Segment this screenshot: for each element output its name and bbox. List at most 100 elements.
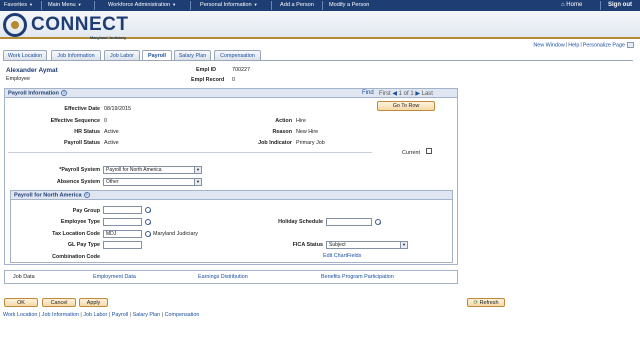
row-navigation: First ◀ 1 of 1 ▶ Last (379, 90, 457, 97)
favorites-menu[interactable]: Favorites ▼ (4, 2, 33, 8)
last-link[interactable]: Last (422, 91, 433, 97)
employee-type-lookup-icon[interactable] (145, 219, 151, 225)
employee-type-label: Employee Type (60, 219, 100, 225)
nav-separator (271, 1, 272, 10)
employee-type: Employee (6, 76, 30, 82)
connect-subtitle: Maryland Judiciary (90, 35, 127, 40)
footer-work-location-link[interactable]: Work Location (3, 312, 37, 318)
footer-salary-plan-link[interactable]: Salary Plan (133, 312, 161, 318)
current-checkbox[interactable] (426, 148, 432, 154)
refresh-button[interactable]: ⟳ Refresh (467, 298, 505, 307)
employee-type-input[interactable] (103, 218, 142, 226)
chevron-down-icon: ▼ (194, 167, 201, 173)
section-title-text: Payroll for North America (14, 192, 82, 199)
job-data-link[interactable]: Job Data (13, 274, 35, 280)
tab-salary-plan[interactable]: Salary Plan (174, 50, 211, 60)
chevron-down-icon: ▼ (29, 2, 33, 7)
connect-banner: CONNECT Maryland Judiciary (0, 11, 640, 40)
favorites-label: Favorites (4, 2, 28, 8)
section-divider (8, 152, 372, 153)
tax-location-label: Tax Location Code (52, 231, 100, 237)
tab-job-labor[interactable]: Job Labor (104, 50, 140, 60)
apply-button[interactable]: Apply (79, 298, 108, 307)
find-link[interactable]: Find (362, 90, 374, 96)
ok-button[interactable]: OK (4, 298, 38, 307)
help-link[interactable]: Help (568, 42, 579, 48)
footer-links: Work Location | Job Information | Job La… (3, 312, 199, 318)
breadcrumb-personal-info[interactable]: Personal Information ▼ (200, 2, 258, 8)
page-options-icon[interactable] (627, 42, 634, 48)
sign-out-link[interactable]: Sign out (608, 2, 632, 8)
breadcrumb-add-person[interactable]: Add a Person (280, 2, 314, 8)
footer-compensation-link[interactable]: Compensation (165, 312, 200, 318)
cancel-button[interactable]: Cancel (42, 298, 76, 307)
footer-payroll-link[interactable]: Payroll (112, 312, 128, 318)
holiday-schedule-lookup-icon[interactable] (375, 219, 381, 225)
chevron-down-icon: ▼ (253, 2, 258, 7)
payroll-north-america-header: Payroll for North America? (11, 191, 452, 200)
go-to-row-button[interactable]: Go To Row (377, 101, 435, 111)
earnings-distribution-link[interactable]: Earnings Distribution (198, 274, 248, 280)
payroll-system-select[interactable]: Payroll for North America ▼ (103, 166, 202, 174)
absence-system-label: Absence System (56, 179, 100, 185)
link-separator: | (129, 312, 132, 318)
gl-pay-type-input[interactable] (103, 241, 142, 249)
pay-group-input[interactable] (103, 206, 142, 214)
effective-date-label: Effective Date (64, 106, 100, 112)
employment-data-link[interactable]: Employment Data (93, 274, 136, 280)
top-nav-bar: Favorites ▼ Main Menu ▼ Workforce Administ… (0, 0, 640, 11)
effective-sequence-value: 0 (104, 118, 107, 124)
breadcrumb-workforce-admin[interactable]: Workforce Administration ▼ (108, 2, 176, 8)
nav-separator (190, 1, 191, 10)
chevron-down-icon: ▼ (172, 2, 177, 7)
footer-job-labor-link[interactable]: Job Labor (83, 312, 107, 318)
payroll-north-america-section: Payroll for North America? (10, 190, 453, 263)
connect-logo-icon (3, 13, 27, 37)
link-separator: | (580, 42, 582, 49)
chevron-down-icon: ▼ (77, 2, 82, 7)
tab-label: Compensation (220, 53, 255, 59)
first-link[interactable]: First (379, 91, 391, 97)
main-menu[interactable]: Main Menu ▼ (48, 2, 82, 8)
prev-icon[interactable]: ◀ (392, 91, 397, 97)
help-icon[interactable]: ? (60, 90, 67, 96)
related-links-box: Job Data Employment Data Earnings Distri… (4, 270, 458, 284)
next-icon[interactable]: ▶ (415, 91, 420, 97)
edit-chartfields-link[interactable]: Edit ChartFields (323, 253, 361, 259)
home-link[interactable]: ⌂ Home (561, 2, 582, 8)
link-separator: | (161, 312, 164, 318)
personalize-page-link[interactable]: Personalize Page (583, 42, 625, 48)
employee-name: Alexander Aymat (6, 67, 58, 74)
holiday-schedule-input[interactable] (326, 218, 372, 226)
payroll-status-value: Active (104, 140, 119, 146)
job-indicator-label: Job Indicator (258, 140, 292, 146)
nav-separator (41, 1, 42, 10)
payroll-information-title: Payroll Information? (8, 90, 67, 96)
section-title-text: Payroll Information (8, 90, 59, 97)
tax-location-input[interactable]: MDJ (103, 230, 142, 238)
tab-label: Job Information (57, 53, 95, 59)
tab-compensation[interactable]: Compensation (214, 50, 261, 60)
new-window-link[interactable]: New Window (533, 42, 564, 48)
fica-status-select[interactable]: Subject ▼ (326, 241, 408, 249)
current-label: Current (402, 150, 420, 156)
help-icon[interactable]: ? (83, 192, 90, 198)
tax-location-lookup-icon[interactable] (145, 231, 151, 237)
breadcrumb-modify-person[interactable]: Modify a Person (329, 2, 369, 8)
pay-group-lookup-icon[interactable] (145, 207, 151, 213)
payroll-status-label: Payroll Status (64, 140, 100, 146)
footer-job-information-link[interactable]: Job Information (42, 312, 79, 318)
tab-job-information[interactable]: Job Information (51, 50, 101, 60)
hr-status-value: Active (104, 129, 119, 135)
row-position: 1 of 1 (398, 91, 414, 97)
reason-value: New Hire (296, 129, 319, 135)
reason-label: Reason (272, 129, 292, 135)
effective-date-value: 08/19/2015 (104, 106, 131, 112)
tab-work-location[interactable]: Work Location (3, 50, 47, 60)
benefits-program-link[interactable]: Benefits Program Participation (321, 274, 394, 280)
empl-id-value: 700227 (232, 67, 250, 73)
refresh-label: Refresh (479, 300, 499, 306)
tab-label: Work Location (7, 53, 43, 59)
gl-pay-type-label: GL Pay Type (67, 242, 100, 248)
absence-system-select[interactable]: Other ▼ (103, 178, 202, 186)
